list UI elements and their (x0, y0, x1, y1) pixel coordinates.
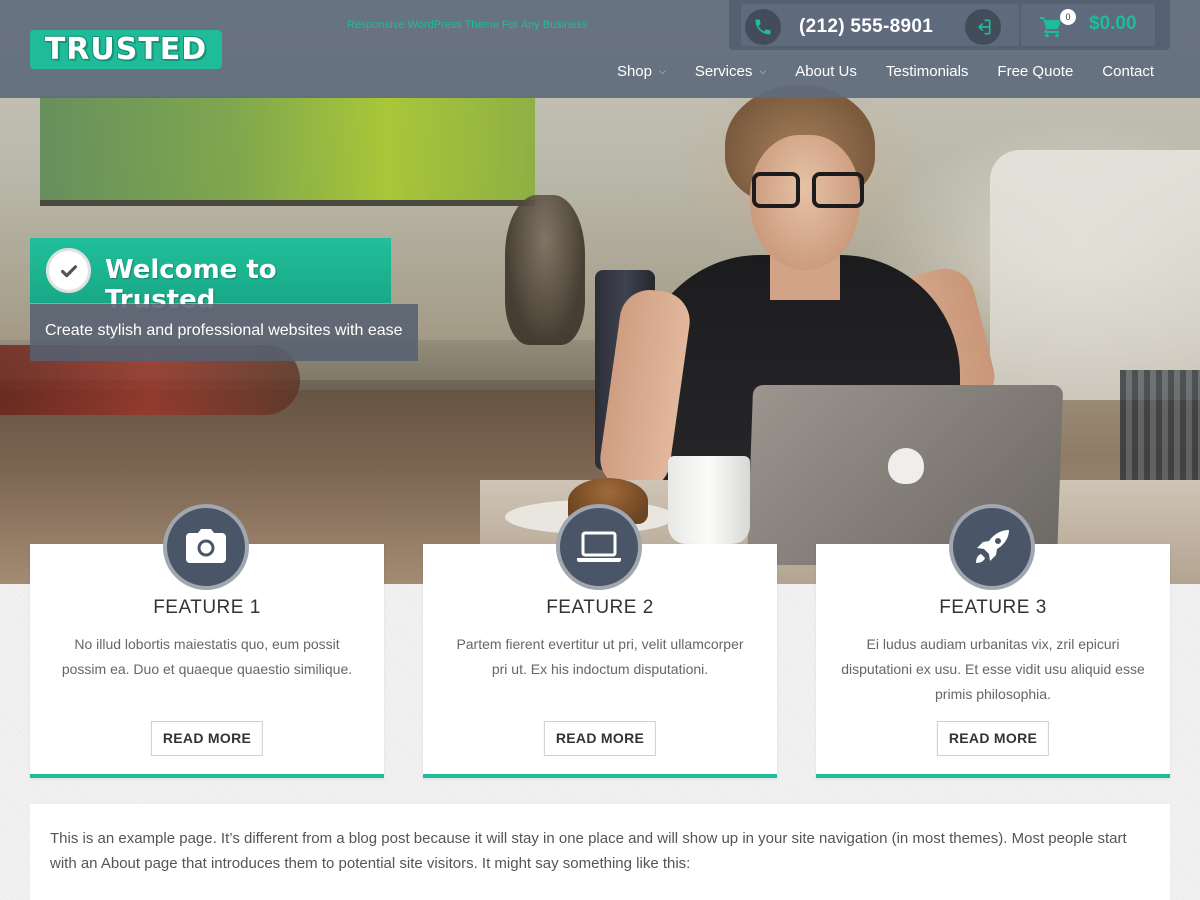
nav-item-free-quote[interactable]: Free Quote (997, 63, 1073, 80)
hero-bg-statue (505, 195, 585, 345)
check-icon (46, 248, 91, 293)
feature-text: Ei ludus audiam urbanitas vix, zril epic… (841, 636, 1145, 702)
site-header: TRUSTED Responsive WordPress Theme For A… (0, 0, 1200, 98)
nav-item-shop[interactable]: Shop ⌵ (617, 63, 666, 80)
read-more-button[interactable]: READ MORE (543, 721, 657, 756)
apple-logo (888, 448, 924, 484)
phone-icon (745, 9, 781, 45)
cart-total[interactable]: $0.00 (1089, 13, 1137, 35)
feature-title: FEATURE 2 (546, 597, 654, 618)
hero-bg-tv (40, 96, 535, 206)
chevron-down-icon: ⌵ (659, 66, 666, 76)
read-more-button[interactable]: READ MORE (936, 721, 1050, 756)
feature-card-2: FEATURE 2 Partem fierent evertitur ut pr… (423, 504, 777, 778)
hero-bg-cup (668, 456, 750, 544)
feature-title: FEATURE 1 (153, 597, 261, 618)
site-logo[interactable]: TRUSTED (30, 30, 222, 69)
login-segment[interactable] (949, 4, 1019, 46)
nav-label: Services (694, 63, 753, 80)
nav-item-contact[interactable]: Contact (1102, 63, 1154, 80)
nav-label: Contact (1102, 63, 1154, 80)
nav-item-about-us[interactable]: About Us (795, 63, 857, 80)
feature-title: FEATURE 3 (939, 597, 1047, 618)
feature-card-1: FEATURE 1 No illud lobortis maiestatis q… (30, 504, 384, 778)
hero-person-glasses-left (752, 172, 800, 208)
nav-label: Shop (616, 63, 652, 80)
feature-text: No illud lobortis maiestatis quo, eum po… (61, 636, 353, 677)
sign-in-icon[interactable] (965, 9, 1001, 45)
chevron-down-icon: ⌵ (759, 66, 767, 76)
features-section: FEATURE 1 No illud lobortis maiestatis q… (30, 504, 1170, 779)
nav-label: About Us (795, 63, 857, 80)
phone-segment[interactable]: (212) 555-8901 (741, 4, 953, 46)
site-tagline: Responsive WordPress Theme For Any Busin… (347, 19, 588, 31)
read-more-button[interactable]: READ MORE (150, 721, 264, 756)
rocket-icon (949, 504, 1035, 590)
hero-person-glasses-right (812, 172, 864, 208)
content-paragraph: This is an example page. It’s different … (50, 830, 1127, 872)
cart-count-badge: 0 (1060, 9, 1076, 25)
nav-item-testimonials[interactable]: Testimonials (886, 63, 969, 80)
page-content: This is an example page. It’s different … (30, 804, 1170, 900)
welcome-banner: Welcome to Trusted (30, 238, 391, 315)
feature-text: Partem fierent evertitur ut pri, velit u… (456, 636, 744, 677)
welcome-subtitle: Create stylish and professional websites… (30, 304, 418, 361)
nav-label: Testimonials (885, 63, 969, 80)
header-topbar: (212) 555-8901 0 $0.00 (729, 0, 1170, 50)
camera-icon (163, 504, 249, 590)
nav-label: Free Quote (997, 63, 1074, 80)
hero-bg-sofa (990, 150, 1200, 400)
laptop-icon (556, 504, 642, 590)
feature-card-3: FEATURE 3 Ei ludus audiam urbanitas vix,… (816, 504, 1170, 778)
main-nav: Shop ⌵ Services ⌵ About Us Testimonials … (588, 63, 1154, 80)
nav-item-services[interactable]: Services ⌵ (695, 63, 766, 80)
phone-number[interactable]: (212) 555-8901 (799, 16, 933, 38)
